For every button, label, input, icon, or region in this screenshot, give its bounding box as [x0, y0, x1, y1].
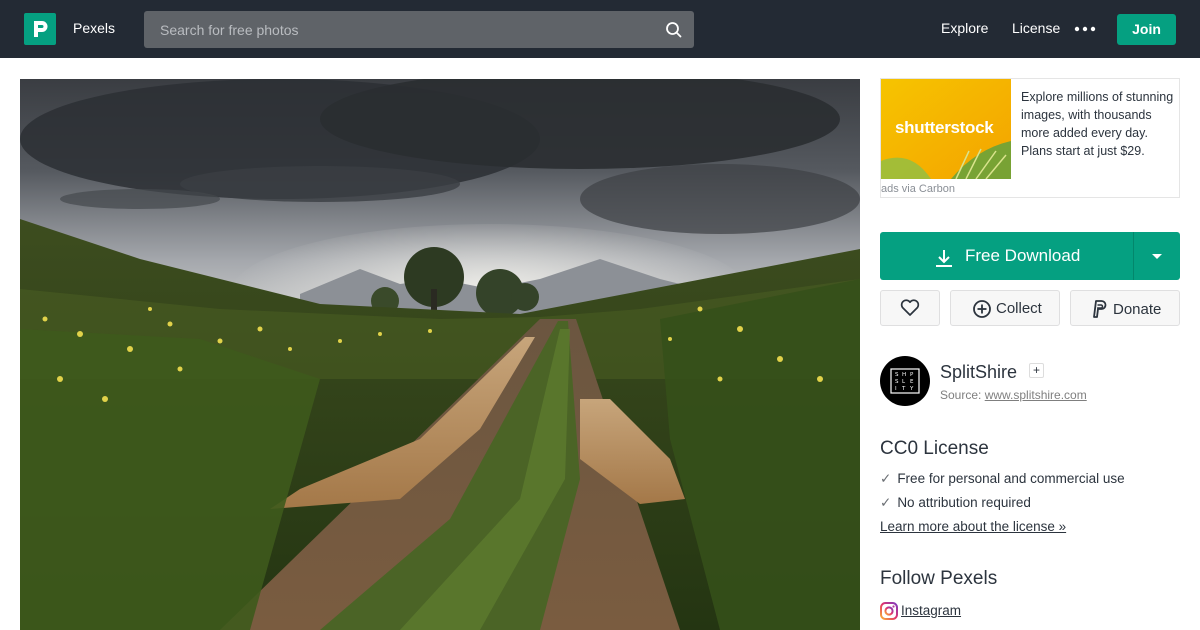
- top-navigation-bar: Pexels Explore License Join: [0, 0, 1200, 58]
- license-title: CC0 License: [880, 438, 989, 459]
- photographer-name[interactable]: SplitShire: [940, 362, 1017, 383]
- search-bar[interactable]: [144, 11, 694, 48]
- photographer-avatar[interactable]: SHP SLE ITY: [880, 356, 930, 406]
- svg-text:S: S: [895, 372, 899, 378]
- license-item: ✓ No attribution required: [880, 495, 1031, 511]
- follow-button[interactable]: +: [1029, 363, 1044, 378]
- free-download-button[interactable]: Free Download: [880, 232, 1133, 280]
- svg-text:I: I: [895, 386, 897, 392]
- nav-license-link[interactable]: License: [1012, 20, 1060, 36]
- license-learn-more-link[interactable]: Learn more about the license »: [880, 519, 1066, 534]
- plus-circle-icon: [973, 300, 991, 318]
- brand-name[interactable]: Pexels: [73, 20, 115, 36]
- download-icon: [934, 248, 954, 268]
- svg-text:T: T: [901, 386, 906, 392]
- carbon-ad[interactable]: shutterstock Explore millions of stunnin…: [880, 78, 1180, 198]
- license-item-text: No attribution required: [897, 495, 1031, 510]
- paypal-icon: [1093, 300, 1107, 318]
- download-options-button[interactable]: [1134, 232, 1180, 280]
- svg-text:L: L: [902, 379, 906, 385]
- license-item-text: Free for personal and commercial use: [897, 471, 1125, 486]
- source-prefix: Source:: [940, 388, 982, 402]
- ad-attribution[interactable]: ads via Carbon: [881, 183, 955, 195]
- ad-description[interactable]: Explore millions of stunning images, wit…: [1021, 88, 1179, 160]
- collect-button[interactable]: Collect: [950, 290, 1060, 326]
- search-input[interactable]: [144, 11, 654, 48]
- instagram-link[interactable]: Instagram: [901, 603, 961, 618]
- download-button-group: Free Download: [880, 232, 1180, 280]
- check-icon: ✓: [880, 495, 892, 510]
- heart-icon: [900, 299, 920, 316]
- source-link[interactable]: www.splitshire.com: [985, 388, 1087, 402]
- donate-button[interactable]: Donate: [1070, 290, 1180, 326]
- more-options-icon[interactable]: [1074, 21, 1096, 37]
- ad-image[interactable]: shutterstock: [881, 79, 1011, 179]
- nav-explore-link[interactable]: Explore: [941, 20, 988, 36]
- svg-text:H: H: [902, 372, 906, 378]
- join-button[interactable]: Join: [1117, 14, 1176, 45]
- donate-label: Donate: [1113, 301, 1162, 318]
- ad-brand-logo: shutterstock: [895, 118, 994, 137]
- search-icon[interactable]: [664, 20, 684, 40]
- download-label: Free Download: [965, 246, 1081, 265]
- pexels-logo-icon[interactable]: [24, 13, 56, 45]
- svg-text:P: P: [910, 372, 914, 378]
- svg-text:S: S: [895, 379, 899, 385]
- collect-label: Collect: [996, 300, 1042, 317]
- svg-text:E: E: [910, 379, 914, 385]
- photo-source: Source: www.splitshire.com: [940, 388, 1087, 402]
- follow-title: Follow Pexels: [880, 568, 998, 589]
- license-item: ✓ Free for personal and commercial use: [880, 471, 1125, 487]
- instagram-icon[interactable]: [880, 602, 898, 620]
- like-button[interactable]: [880, 290, 940, 326]
- svg-text:Y: Y: [909, 386, 914, 392]
- main-photo[interactable]: [20, 79, 860, 630]
- chevron-down-icon: [1152, 254, 1162, 259]
- check-icon: ✓: [880, 471, 892, 486]
